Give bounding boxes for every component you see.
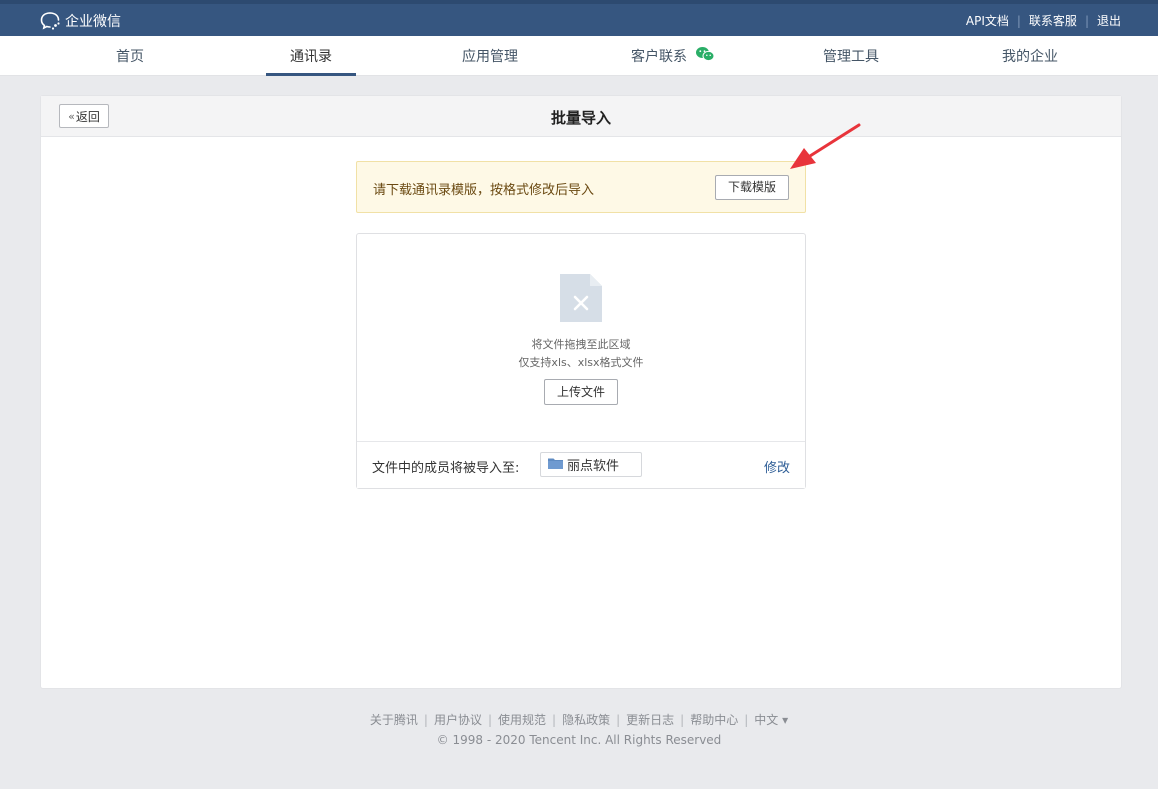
footer-links: 关于腾讯 | 用户协议 | 使用规范 | 隐私政策 | 更新日志 | 帮助中心 | 中文 ▾ (0, 711, 1158, 728)
footer-link-usage-rules[interactable]: 使用规范 (498, 713, 546, 727)
tab-admin-tools[interactable]: 管理工具 (806, 36, 896, 76)
tab-label: 我的企业 (1002, 49, 1058, 65)
template-notice: 请下载通讯录模版，按格式修改后导入 下载模版 (356, 161, 806, 213)
notice-text: 请下载通讯录模版，按格式修改后导入 (373, 183, 595, 198)
footer-link-changelog[interactable]: 更新日志 (626, 713, 674, 727)
footer-link-user-agreement[interactable]: 用户协议 (434, 713, 482, 727)
folder-icon (548, 457, 563, 473)
top-bar: 企业微信 API文档 | 联系客服 | 退出 (0, 0, 1158, 36)
tab-label: 应用管理 (462, 49, 518, 65)
footer-link-privacy[interactable]: 隐私政策 (562, 713, 610, 727)
upload-file-button[interactable]: 上传文件 (544, 379, 618, 405)
download-template-button[interactable]: 下载模版 (715, 175, 789, 200)
red-arrow-icon (780, 120, 865, 175)
logout-link[interactable]: 退出 (1097, 12, 1121, 29)
divider: | (744, 713, 749, 727)
drop-hint: 将文件拖拽至此区域 仅支持xls、xlsx格式文件 (357, 336, 805, 372)
footer-link-help[interactable]: 帮助中心 (690, 713, 738, 727)
logo-text: 企业微信 (65, 14, 121, 30)
logo[interactable]: 企业微信 (40, 10, 121, 32)
page-title: 批量导入 (550, 109, 611, 127)
divider: | (1084, 13, 1089, 28)
copyright: © 1998 - 2020 Tencent Inc. All Rights Re… (436, 733, 722, 747)
tab-home[interactable]: 首页 (85, 36, 175, 76)
footer-link-about[interactable]: 关于腾讯 (370, 713, 418, 727)
import-target-row: 文件中的成员将被导入至: 丽点软件 修改 (357, 441, 805, 488)
tab-label: 客户联系 (631, 49, 687, 65)
file-x-icon (559, 273, 603, 323)
card-header: « 返回 批量导入 (41, 96, 1121, 137)
drop-hint-text: 将文件拖拽至此区域 (531, 338, 631, 351)
import-card: « 返回 批量导入 请下载通讯录模版，按格式修改后导入 下载模版 将文件拖拽至此… (41, 96, 1121, 688)
import-target-label: 文件中的成员将被导入至: (372, 461, 520, 476)
department-name: 丽点软件 (567, 459, 620, 474)
wechat-icon (695, 46, 715, 66)
tab-label: 通讯录 (290, 49, 332, 65)
upload-dropzone[interactable]: 将文件拖拽至此区域 仅支持xls、xlsx格式文件 上传文件 文件中的成员将被导… (356, 233, 806, 489)
chat-bubble-icon (40, 11, 62, 31)
main-nav: 首页 通讯录 应用管理 客户联系 管理工具 我的企业 (0, 36, 1158, 76)
language-selector[interactable]: 中文 ▾ (754, 713, 788, 727)
tab-customer-contact[interactable]: 客户联系 (625, 36, 721, 76)
tab-label: 首页 (116, 49, 144, 65)
tab-contacts[interactable]: 通讯录 (266, 36, 356, 76)
format-hint-text: 仅支持xls、xlsx格式文件 (518, 356, 644, 369)
divider: | (552, 713, 557, 727)
department-selector[interactable]: 丽点软件 (540, 452, 642, 477)
contact-support-link[interactable]: 联系客服 (1029, 12, 1077, 29)
tab-label: 管理工具 (823, 49, 879, 65)
divider: | (616, 713, 621, 727)
header-links: API文档 | 联系客服 | 退出 (966, 12, 1121, 29)
divider: | (423, 713, 428, 727)
edit-department-link[interactable]: 修改 (764, 457, 790, 476)
tab-app-management[interactable]: 应用管理 (445, 36, 535, 76)
tab-my-company[interactable]: 我的企业 (985, 36, 1075, 76)
divider: | (487, 713, 493, 727)
divider: | (1016, 13, 1021, 28)
divider: | (680, 713, 685, 727)
api-docs-link[interactable]: API文档 (966, 12, 1009, 29)
